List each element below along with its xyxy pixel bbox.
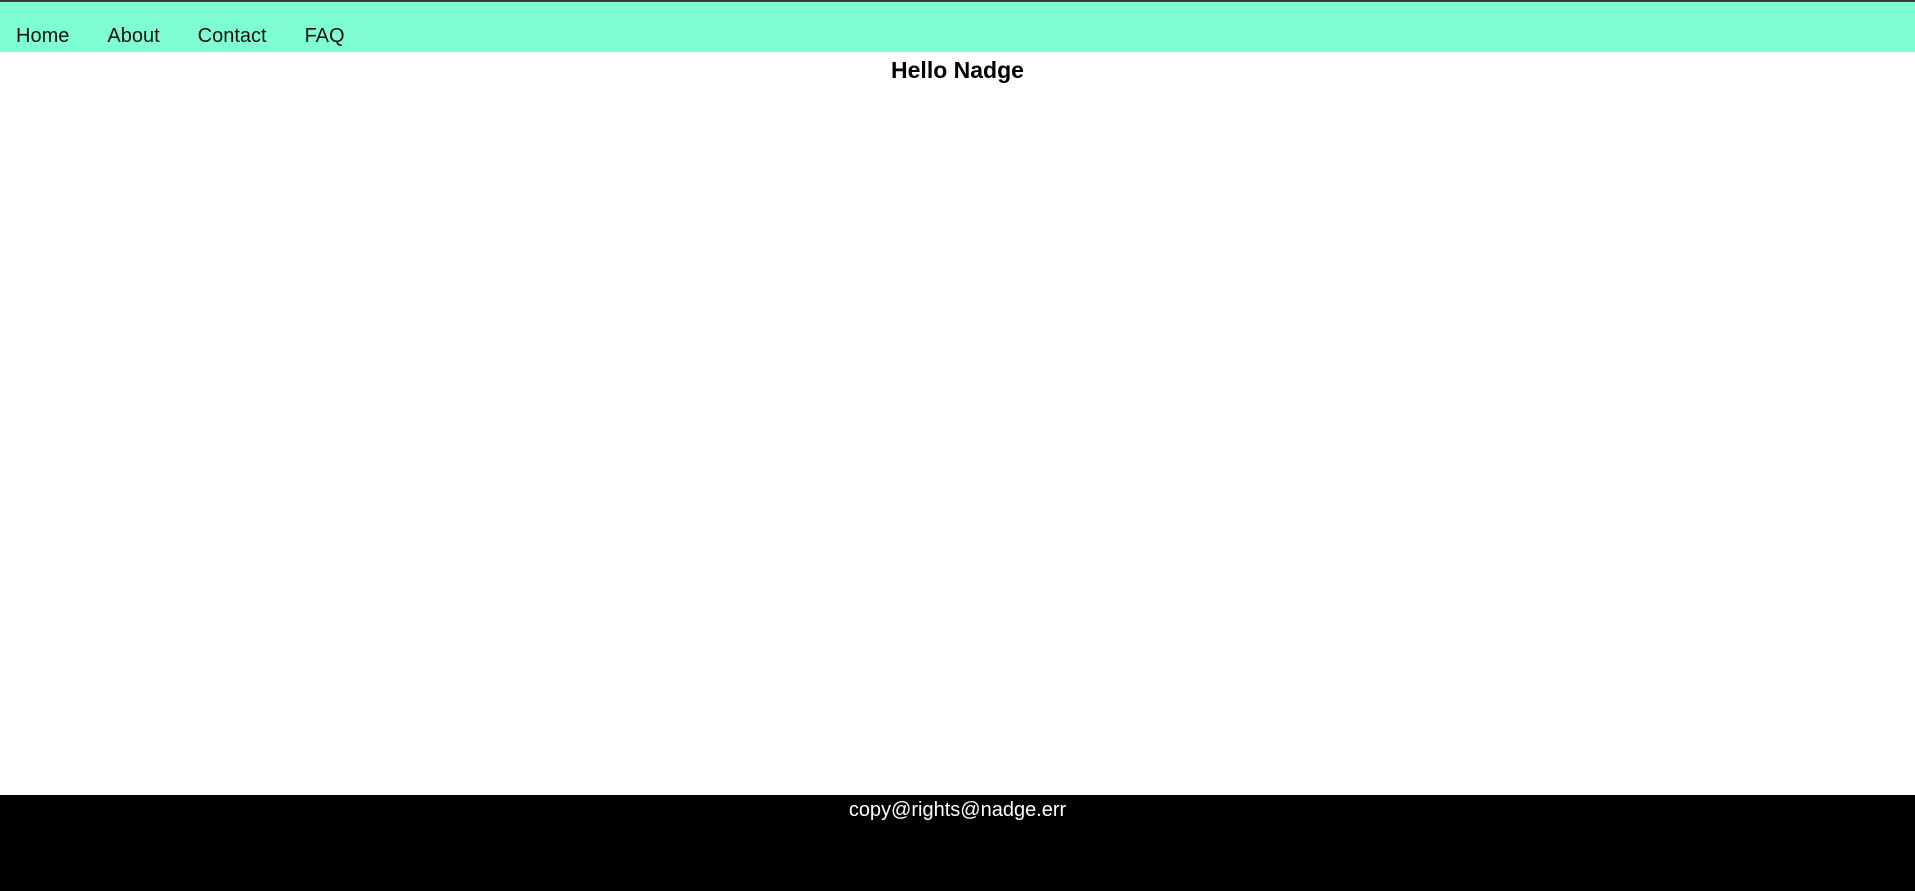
nav-item-faq: FAQ [305, 24, 345, 48]
nav-link-contact[interactable]: Contact [198, 24, 267, 48]
footer: copy@rights@nadge.err [0, 795, 1915, 891]
navbar: Home About Contact FAQ [0, 2, 1915, 52]
nav-item-about: About [107, 24, 159, 48]
nav-item-home: Home [16, 24, 69, 48]
nav-menu: Home About Contact FAQ [16, 24, 345, 48]
nav-link-home[interactable]: Home [16, 24, 69, 48]
footer-copyright-text: copy@rights@nadge.err [848, 799, 1067, 821]
nav-item-contact: Contact [198, 24, 267, 48]
nav-link-about[interactable]: About [107, 24, 159, 48]
nav-link-faq[interactable]: FAQ [305, 24, 345, 48]
page-title: Hello Nadge [891, 57, 1024, 83]
